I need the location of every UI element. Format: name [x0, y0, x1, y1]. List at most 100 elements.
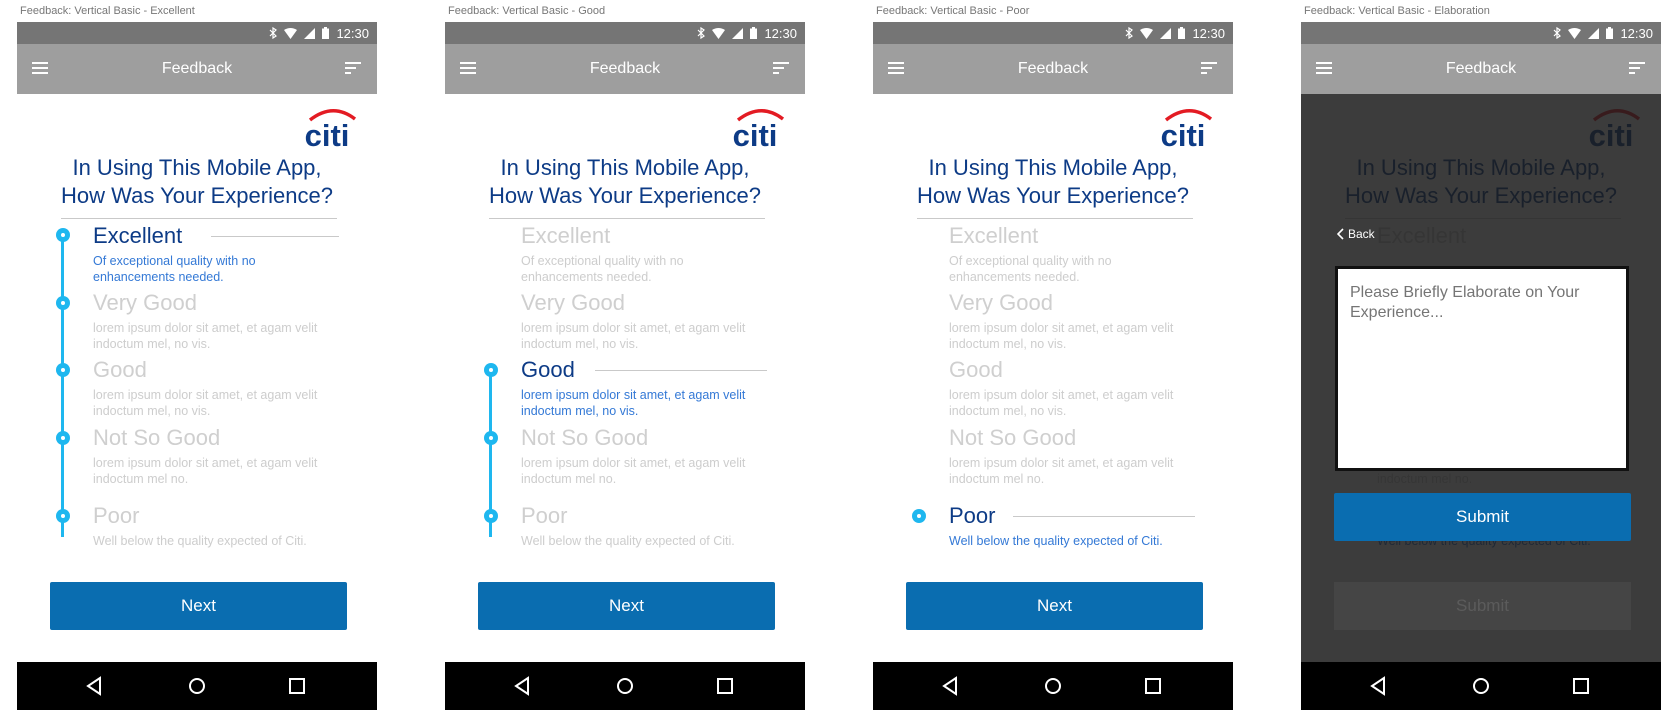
back-button[interactable]: Back	[1337, 227, 1375, 241]
option-dot-not-so-good[interactable]	[484, 431, 498, 445]
signal-icon	[1160, 27, 1172, 39]
android-nav-bar	[873, 662, 1233, 710]
sort-icon[interactable]	[1201, 60, 1219, 78]
nav-home-icon[interactable]	[613, 674, 637, 698]
citi-logo: citi	[1153, 106, 1213, 153]
nav-recents-icon[interactable]	[1569, 674, 1593, 698]
android-nav-bar	[17, 662, 377, 710]
app-title: Feedback	[161, 60, 233, 77]
citi-logo: citi	[725, 106, 785, 153]
phone-frame: 12:30 Feedback citi In Using This Mobile…	[445, 22, 805, 710]
option-not-so-good[interactable]: Not So Good lorem ipsum dolor sit amet, …	[93, 425, 339, 487]
svg-text:citi: citi	[733, 118, 778, 148]
timeline-track	[61, 235, 64, 537]
option-good[interactable]: Good lorem ipsum dolor sit amet, et agam…	[93, 357, 339, 419]
divider	[917, 218, 1193, 219]
option-dot-very-good[interactable]	[56, 296, 70, 310]
option-excellent[interactable]: Excellent Of exceptional quality with no…	[93, 223, 339, 285]
battery-icon	[1178, 27, 1186, 39]
nav-back-icon[interactable]	[939, 674, 963, 698]
option-dot-not-so-good[interactable]	[56, 431, 70, 445]
option-dot-poor[interactable]	[912, 509, 926, 523]
question-heading: In Using This Mobile App, How Was Your E…	[917, 155, 1189, 208]
battery-icon	[1606, 27, 1614, 39]
nav-home-icon[interactable]	[185, 674, 209, 698]
nav-recents-icon[interactable]	[713, 674, 737, 698]
status-time: 12:30	[336, 25, 369, 41]
option-excellent[interactable]: Excellent Of exceptional quality with no…	[521, 223, 767, 285]
app-bar: Feedback	[17, 44, 377, 94]
svg-text:citi: citi	[305, 118, 350, 148]
app-title: Feedback	[589, 60, 661, 77]
option-very-good[interactable]: Very Good lorem ipsum dolor sit amet, et…	[521, 290, 767, 352]
option-very-good[interactable]: Very Good lorem ipsum dolor sit amet, et…	[93, 290, 339, 352]
status-bar: 12:30	[873, 22, 1233, 44]
sort-icon[interactable]	[345, 60, 363, 78]
status-time: 12:30	[1192, 25, 1225, 41]
option-very-good[interactable]: Very Good lorem ipsum dolor sit amet, et…	[949, 290, 1195, 352]
nav-back-icon[interactable]	[1367, 674, 1391, 698]
nav-back-icon[interactable]	[83, 674, 107, 698]
battery-icon	[750, 27, 758, 39]
option-not-so-good[interactable]: Not So Good lorem ipsum dolor sit amet, …	[521, 425, 767, 487]
option-poor[interactable]: Poor Well below the quality expected of …	[949, 503, 1195, 549]
option-poor[interactable]: Poor Well below the quality expected of …	[93, 503, 339, 549]
next-button[interactable]: Next	[906, 582, 1203, 630]
screen-poor: Feedback: Vertical Basic - Poor 12:30 Fe…	[873, 0, 1233, 710]
status-bar: 12:30	[17, 22, 377, 44]
option-dot-poor[interactable]	[484, 509, 498, 523]
phone-frame: 12:30 Feedback citi In Using This Mobile…	[1301, 22, 1661, 710]
wifi-icon	[1568, 27, 1582, 39]
android-nav-bar	[1301, 662, 1661, 710]
screen-caption: Feedback: Vertical Basic - Poor	[876, 5, 1030, 17]
screen-good: Feedback: Vertical Basic - Good 12:30 Fe…	[445, 0, 805, 710]
phone-frame: 12:30 Feedback citi In Using This Mobile…	[17, 22, 377, 710]
question-heading: In Using This Mobile App, How Was Your E…	[489, 155, 761, 208]
bluetooth-icon	[1126, 27, 1134, 39]
option-dot-excellent[interactable]	[56, 228, 70, 242]
option-not-so-good[interactable]: Not So Good lorem ipsum dolor sit amet, …	[949, 425, 1195, 487]
wifi-icon	[284, 27, 298, 39]
option-good[interactable]: Good lorem ipsum dolor sit amet, et agam…	[521, 357, 767, 419]
android-nav-bar	[445, 662, 805, 710]
sort-icon[interactable]	[773, 60, 791, 78]
nav-home-icon[interactable]	[1469, 674, 1493, 698]
screen-excellent: Feedback: Vertical Basic - Excellent 12:…	[17, 0, 377, 710]
app-title: Feedback	[1445, 60, 1517, 77]
option-poor[interactable]: Poor Well below the quality expected of …	[521, 503, 767, 549]
submit-button[interactable]: Submit	[1334, 493, 1631, 541]
option-good[interactable]: Good lorem ipsum dolor sit amet, et agam…	[949, 357, 1195, 419]
next-button[interactable]: Next	[50, 582, 347, 630]
svg-text:citi: citi	[1161, 118, 1206, 148]
next-button[interactable]: Next	[478, 582, 775, 630]
divider	[489, 218, 765, 219]
question-heading: In Using This Mobile App, How Was Your E…	[61, 155, 333, 208]
option-dot-good[interactable]	[484, 363, 498, 377]
option-dot-good[interactable]	[56, 363, 70, 377]
status-time: 12:30	[1620, 25, 1653, 41]
status-time: 12:30	[764, 25, 797, 41]
elaboration-input[interactable]	[1335, 266, 1629, 471]
screen-caption: Feedback: Vertical Basic - Elaboration	[1304, 5, 1490, 17]
app-bar: Feedback	[873, 44, 1233, 94]
app-bar: Feedback	[1301, 44, 1661, 94]
signal-icon	[304, 27, 316, 39]
status-bar: 12:30	[1301, 22, 1661, 44]
screen-caption: Feedback: Vertical Basic - Good	[448, 5, 606, 17]
sort-icon[interactable]	[1629, 60, 1647, 78]
chevron-left-icon	[1337, 228, 1344, 240]
status-bar: 12:30	[445, 22, 805, 44]
nav-home-icon[interactable]	[1041, 674, 1065, 698]
app-title: Feedback	[1017, 60, 1089, 77]
divider	[61, 218, 337, 219]
dimmed-submit-button: Submit	[1334, 582, 1631, 630]
nav-back-icon[interactable]	[511, 674, 535, 698]
nav-recents-icon[interactable]	[1141, 674, 1165, 698]
nav-recents-icon[interactable]	[285, 674, 309, 698]
screen-elaboration: Feedback: Vertical Basic - Elaboration 1…	[1301, 0, 1661, 710]
option-dot-poor[interactable]	[56, 509, 70, 523]
battery-icon	[322, 27, 330, 39]
bluetooth-icon	[1554, 27, 1562, 39]
bluetooth-icon	[270, 27, 278, 39]
option-excellent[interactable]: Excellent Of exceptional quality with no…	[949, 223, 1195, 285]
